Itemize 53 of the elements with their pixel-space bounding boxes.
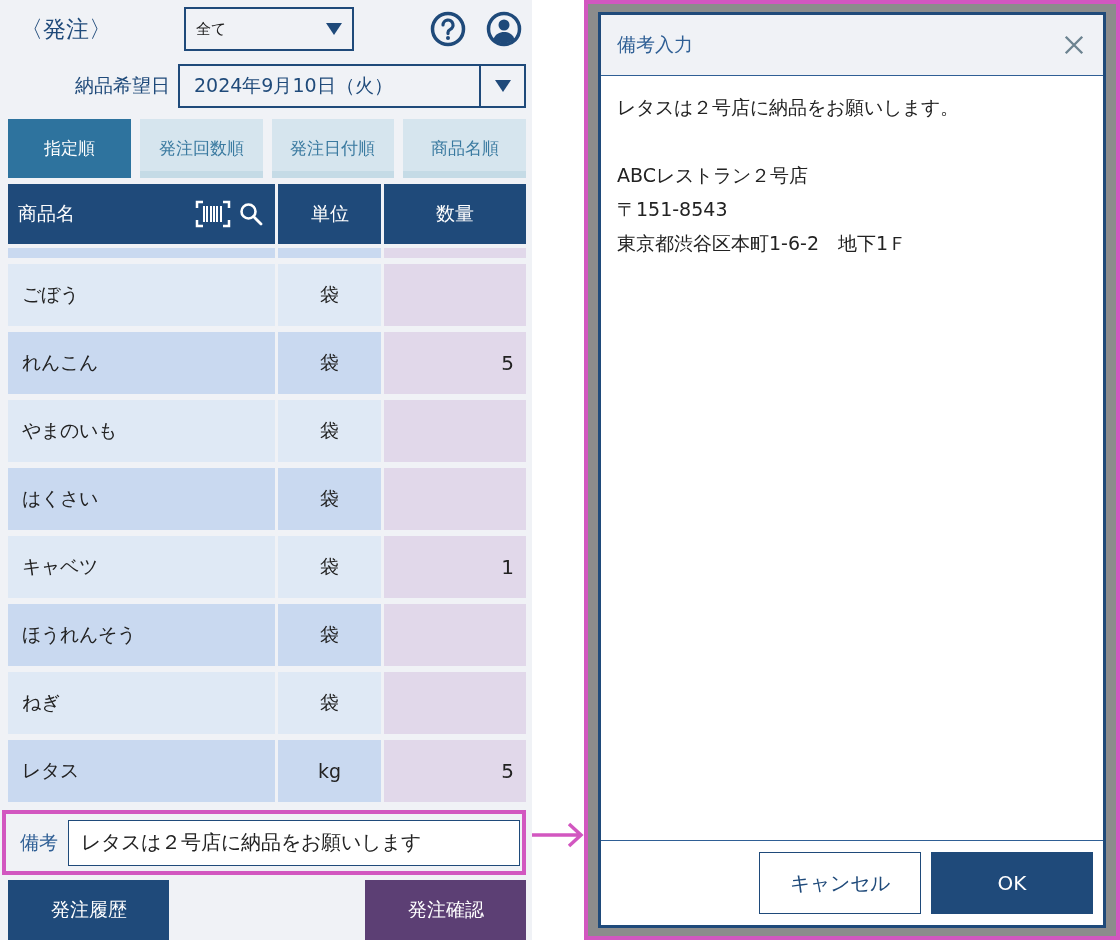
dialog-button[interactable]: キャンセル bbox=[759, 852, 921, 914]
barcode-icon[interactable] bbox=[195, 200, 231, 229]
sort-tab[interactable]: 指定順 bbox=[8, 119, 131, 178]
product-name-cell: ねぎ bbox=[8, 672, 275, 735]
sort-tab[interactable]: 発注回数順 bbox=[139, 119, 263, 178]
quantity-cell[interactable] bbox=[384, 264, 526, 327]
product-name-cell: ごぼう bbox=[8, 264, 275, 327]
back-link[interactable]: 〈発注〉 bbox=[20, 13, 184, 45]
caret-icon bbox=[494, 79, 511, 92]
close-icon[interactable] bbox=[1063, 34, 1085, 56]
remarks-input-field[interactable]: レタスは２号店に納品をお願いします bbox=[68, 819, 520, 866]
search-icon[interactable] bbox=[239, 202, 263, 227]
help-icon[interactable] bbox=[430, 11, 466, 48]
unit-cell: 袋 bbox=[278, 264, 381, 327]
action-button[interactable]: 発注履歴 bbox=[8, 880, 169, 940]
product-name-cell: キャベツ bbox=[8, 536, 275, 599]
product-name-cell: レタス bbox=[8, 740, 275, 803]
remarks-text-line: 東京都渋谷区本町1-6-2 地下1Ｆ bbox=[617, 231, 909, 256]
unit-cell: 袋 bbox=[278, 332, 381, 395]
user-account-icon[interactable] bbox=[486, 11, 522, 48]
column-header: 数量 bbox=[384, 183, 526, 245]
sort-tab[interactable]: 発注日付順 bbox=[271, 119, 395, 178]
sort-tab[interactable]: 商品名順 bbox=[403, 119, 526, 178]
unit-cell: 袋 bbox=[278, 400, 381, 463]
product-name-cell: れんこん bbox=[8, 332, 275, 395]
quantity-cell[interactable]: 5 bbox=[384, 332, 526, 395]
unit-cell: 袋 bbox=[278, 672, 381, 735]
quantity-cell[interactable] bbox=[384, 468, 526, 531]
product-name-cell: やまのいも bbox=[8, 400, 275, 463]
unit-cell: 袋 bbox=[278, 468, 381, 531]
quantity-cell[interactable] bbox=[384, 604, 526, 667]
delivery-date-dropdown[interactable]: 2024年9月10日（火） bbox=[178, 63, 526, 108]
column-header: 単位 bbox=[278, 183, 381, 245]
product-name-cell: はくさい bbox=[8, 468, 275, 531]
filter-dropdown[interactable]: 全て bbox=[184, 7, 354, 52]
remarks-label: 備考 bbox=[20, 829, 58, 855]
remarks-text-line: ABCレストラン２号店 bbox=[617, 163, 809, 188]
dialog-button[interactable]: OK bbox=[931, 852, 1093, 914]
remarks-text-line: 〒151-8543 bbox=[617, 197, 729, 222]
caret-icon bbox=[326, 23, 342, 36]
quantity-cell[interactable]: 1 bbox=[384, 536, 526, 599]
dialog-title: 備考入力 bbox=[617, 32, 693, 57]
remarks-text-line: レタスは２号店に納品をお願いします。 bbox=[617, 95, 960, 120]
quantity-cell[interactable]: 5 bbox=[384, 740, 526, 803]
unit-cell: 袋 bbox=[278, 536, 381, 599]
quantity-cell[interactable] bbox=[384, 672, 526, 735]
action-button[interactable]: 発注確認 bbox=[365, 880, 526, 940]
delivery-date-label: 納品希望日 bbox=[74, 72, 171, 98]
column-header: 商品名 bbox=[18, 201, 75, 227]
unit-cell: kg bbox=[278, 740, 381, 803]
quantity-cell[interactable] bbox=[384, 400, 526, 463]
unit-cell: 袋 bbox=[278, 604, 381, 667]
product-name-cell: ほうれんそう bbox=[8, 604, 275, 667]
